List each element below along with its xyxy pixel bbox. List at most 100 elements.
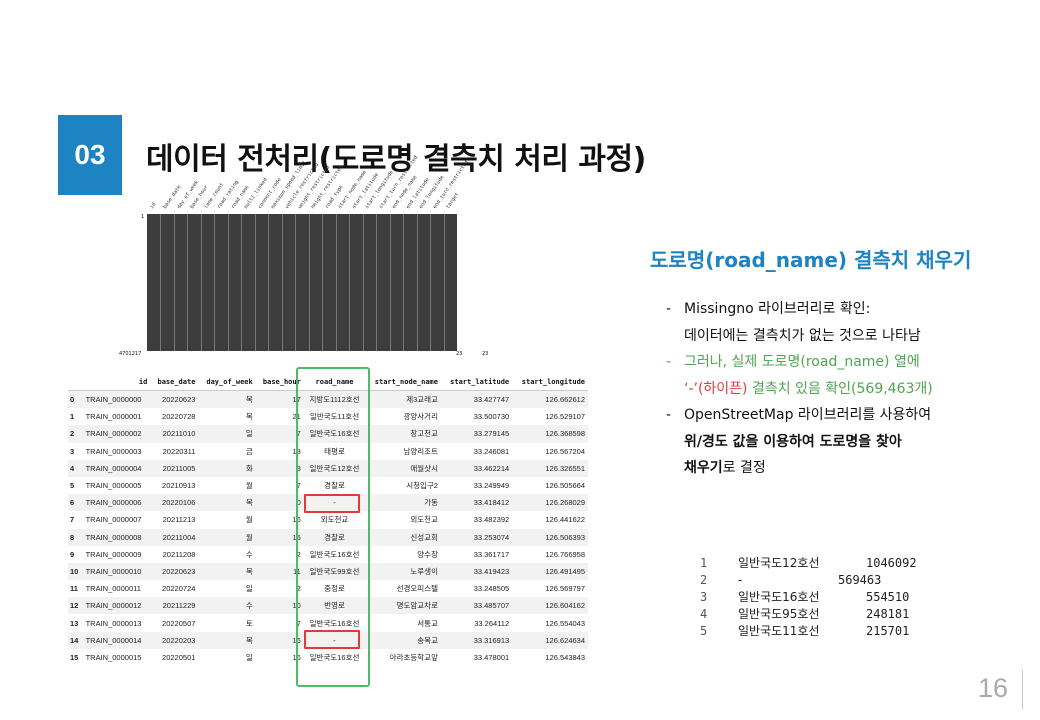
- table-cell: TRAIN_0000010: [82, 562, 151, 581]
- table-cell: 일: [245, 652, 253, 662]
- table-cell: 가동: [365, 494, 441, 512]
- table-cell: 20220507: [162, 618, 196, 628]
- road-count: 248181: [866, 607, 910, 621]
- table-cell: 20211005: [150, 459, 199, 477]
- table-cell: TRAIN_0000014: [82, 631, 151, 649]
- table-header-cell: day_of_week: [198, 374, 256, 391]
- table-header-cell: start_longitude: [512, 374, 588, 391]
- bullet-3: - OpenStreetMap 라이브러리를 사용하여: [666, 402, 933, 429]
- table-cell: 3: [70, 446, 75, 456]
- table-cell: 수: [198, 597, 256, 615]
- table-cell: 33.482392: [473, 515, 510, 525]
- value-count-row: 5 일반국도11호선 215701: [700, 623, 917, 640]
- table-cell: 남양리조트: [403, 446, 438, 456]
- table-cell: 5: [70, 481, 75, 491]
- table-cell: 송목교: [365, 631, 441, 649]
- page-divider: [1022, 670, 1023, 710]
- section-number-badge: 03: [58, 115, 122, 195]
- matrix-column-label: id: [148, 201, 158, 210]
- matrix-column-divider: [335, 214, 337, 351]
- table-cell: 126.529107: [545, 412, 585, 422]
- matrix-column-divider: [389, 214, 391, 351]
- matrix-column-divider: [173, 214, 175, 351]
- page-number: 16: [978, 673, 1009, 703]
- table-cell: 33.248505: [473, 584, 510, 594]
- missing-value-highlight-row6: [304, 494, 360, 513]
- table-cell: 126.624634: [512, 631, 588, 649]
- value-count-row: 4 일반국도95호선 248181: [700, 606, 917, 623]
- hyphen-note: ‘-’(하이픈): [684, 380, 748, 397]
- bullet-1-line-2: 데이터에는 결측치가 없는 것으로 나타남: [684, 327, 921, 344]
- table-cell: 아라초등학교앞: [389, 652, 438, 662]
- table-cell: 일: [245, 584, 253, 594]
- table-cell: 목: [198, 631, 256, 649]
- table-cell: 20211229: [150, 597, 199, 615]
- matrix-column-divider: [349, 214, 351, 351]
- table-cell: 광양사거리: [403, 412, 438, 422]
- matrix-column-divider: [200, 214, 202, 351]
- matrix-column-divider: [430, 214, 432, 351]
- table-cell: 목: [245, 412, 253, 422]
- table-cell: 20211010: [150, 425, 199, 443]
- table-cell: TRAIN_0000008: [82, 528, 151, 546]
- matrix-column-divider: [443, 214, 445, 351]
- matrix-column-divider: [362, 214, 364, 351]
- bullet-2-line-2: ‘-’(하이픈) 결측치 있음 확인(569,463개): [666, 376, 933, 403]
- table-cell: 20210913: [162, 481, 196, 491]
- table-cell: 외도천교: [410, 515, 438, 525]
- table-cell: 33.478001: [473, 652, 510, 662]
- table-cell: 20220311: [162, 446, 196, 456]
- table-cell: 양수장: [417, 549, 438, 559]
- road-count: 554510: [866, 590, 910, 604]
- table-header-cell: id: [82, 374, 151, 391]
- table-cell: TRAIN_0000003: [85, 446, 142, 456]
- table-cell: TRAIN_0000015: [85, 652, 142, 662]
- table-cell: 33.485707: [440, 597, 513, 615]
- table-cell: TRAIN_0000001: [85, 412, 142, 422]
- road-count: 215701: [866, 624, 910, 638]
- table-cell: 월: [198, 528, 256, 546]
- table-cell: TRAIN_0000000: [82, 390, 151, 409]
- table-cell: 15: [70, 652, 79, 662]
- road-count: 1046092: [866, 556, 917, 570]
- table-cell: TRAIN_0000011: [85, 584, 141, 594]
- table-cell: 20211004: [150, 528, 199, 546]
- table-cell: 33.316913: [440, 631, 513, 649]
- table-header-cell: base_date: [150, 374, 199, 391]
- table-cell: 126.368598: [512, 425, 588, 443]
- table-cell: 126.268029: [512, 494, 588, 512]
- table-cell: TRAIN_0000005: [85, 481, 142, 491]
- table-cell: 신성교회: [365, 528, 441, 546]
- table-cell: 33.418412: [440, 494, 513, 512]
- table-cell: TRAIN_0000012: [82, 597, 151, 615]
- table-cell: 0: [68, 390, 83, 409]
- bullet-list: - Missingno 라이브러리로 확인: 데이터에는 결측치가 없는 것으로 …: [666, 296, 933, 482]
- section-subtitle: 도로명(road_name) 결측치 채우기: [650, 248, 972, 272]
- table-cell: 토: [245, 618, 253, 628]
- bullet-dash: -: [666, 407, 672, 423]
- table-cell: 126.326551: [512, 459, 588, 477]
- table-cell: TRAIN_0000013: [85, 618, 142, 628]
- matrix-column-divider: [227, 214, 229, 351]
- matrix-column-divider: [160, 214, 162, 351]
- table-cell: 126.441622: [545, 515, 585, 525]
- fill-keyword: 채우기: [684, 460, 723, 476]
- missing-value-highlight-row14: [304, 630, 360, 649]
- table-cell: 7: [70, 515, 75, 525]
- table-cell: 4: [68, 459, 83, 477]
- table-cell: 33.419423: [440, 562, 513, 581]
- table-cell: 10: [68, 562, 83, 581]
- bullet-1-line-1: Missingno 라이브러리로 확인:: [684, 301, 871, 317]
- matrix-y-top: 1: [141, 214, 145, 220]
- matrix-column-divider: [281, 214, 283, 351]
- line-number: 4: [700, 607, 708, 621]
- table-header-cell: start_node_name: [365, 374, 441, 391]
- matrix-column-divider: [187, 214, 189, 351]
- table-cell: 14: [68, 631, 83, 649]
- matrix-column-divider: [376, 214, 378, 351]
- table-cell: 1: [70, 412, 75, 422]
- bullet-1: - Missingno 라이브러리로 확인:: [666, 296, 933, 323]
- table-cell: 월: [245, 515, 253, 525]
- table-cell: 126.569797: [545, 584, 585, 594]
- table-cell: 126.506393: [512, 528, 588, 546]
